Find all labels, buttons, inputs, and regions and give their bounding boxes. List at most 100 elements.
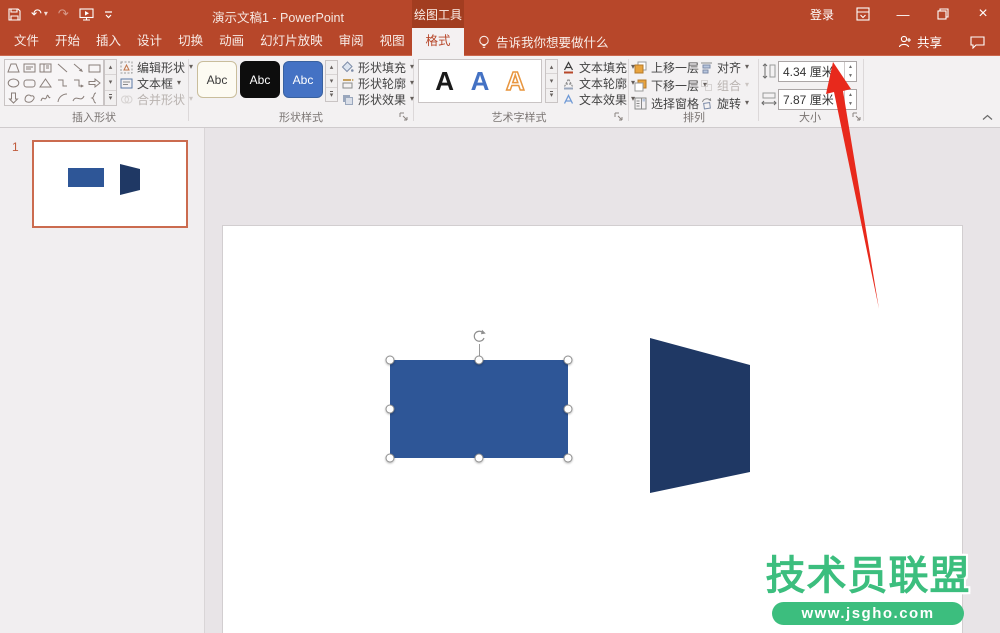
shape-oval-icon[interactable]: [7, 77, 20, 89]
shape-fill-button[interactable]: 形状填充 ▾: [341, 59, 414, 75]
resize-handle-bottomleft[interactable]: [386, 454, 395, 463]
shape-rectangle-icon[interactable]: [88, 62, 101, 74]
shape-effects-button[interactable]: 形状效果 ▾: [341, 91, 414, 107]
spin-up-icon[interactable]: ▲: [845, 90, 856, 100]
shape-height-value[interactable]: 4.34 厘米: [779, 63, 844, 80]
tab-view[interactable]: 视图: [372, 28, 413, 55]
gallery-up-icon[interactable]: ▴: [546, 60, 557, 74]
tab-transitions[interactable]: 切换: [170, 28, 211, 55]
shape-triangle-icon[interactable]: [39, 77, 52, 89]
tab-design[interactable]: 设计: [129, 28, 170, 55]
size-dialog-launcher-icon[interactable]: [852, 112, 863, 123]
shape-freeform-icon[interactable]: [23, 92, 36, 104]
trapezoid-shape[interactable]: [646, 334, 756, 498]
shape-curve-icon[interactable]: [72, 92, 85, 104]
shape-style-swatch-2[interactable]: Abc: [240, 61, 280, 98]
group-label-arrange: 排列: [630, 109, 758, 125]
close-button[interactable]: ×: [972, 3, 994, 25]
shape-brace-icon[interactable]: [88, 92, 101, 104]
text-outline-button[interactable]: 文本轮廓 ▾: [562, 75, 635, 91]
shape-elbow-arrow-icon[interactable]: [72, 77, 85, 89]
gallery-up-icon[interactable]: ▴: [326, 61, 337, 75]
spin-down-icon[interactable]: ▼: [845, 100, 856, 110]
tab-slideshow[interactable]: 幻灯片放映: [252, 28, 331, 55]
shape-style-swatch-3[interactable]: Abc: [283, 61, 323, 98]
sign-in-button[interactable]: 登录: [810, 6, 834, 23]
bring-forward-label: 上移一层: [651, 59, 699, 76]
rotation-handle-icon[interactable]: [472, 329, 487, 344]
resize-handle-right[interactable]: [564, 405, 573, 414]
customize-qat-icon[interactable]: [104, 10, 113, 19]
spin-down-icon[interactable]: ▼: [845, 72, 856, 82]
resize-handle-topleft[interactable]: [386, 356, 395, 365]
resize-handle-left[interactable]: [386, 405, 395, 414]
shape-right-arrow-icon[interactable]: [88, 77, 101, 89]
shape-styles-dialog-launcher-icon[interactable]: [399, 112, 410, 123]
align-button[interactable]: 对齐 ▾: [700, 59, 749, 75]
shape-width-field[interactable]: 7.87 厘米 ▲▼: [778, 89, 857, 110]
resize-handle-bottom[interactable]: [475, 454, 484, 463]
gallery-more-icon[interactable]: ▾: [326, 88, 337, 101]
send-backward-button[interactable]: 下移一层 ▾: [634, 77, 707, 93]
tab-insert[interactable]: 插入: [88, 28, 129, 55]
text-effects-button[interactable]: 文本效果 ▾: [562, 91, 635, 107]
save-icon[interactable]: [8, 8, 21, 21]
shape-arc-icon[interactable]: [56, 92, 69, 104]
tell-me-box[interactable]: 告诉我你想要做什么: [478, 28, 609, 55]
minimize-button[interactable]: —: [892, 3, 914, 25]
wordart-style-black[interactable]: A: [435, 68, 454, 94]
shape-rounded-rect-icon[interactable]: [23, 77, 36, 89]
tab-format-active[interactable]: 格式: [412, 28, 464, 56]
watermark-title: 技术员联盟: [748, 554, 988, 598]
selected-rectangle-shape[interactable]: [390, 360, 568, 458]
spin-up-icon[interactable]: ▲: [845, 62, 856, 72]
comments-icon[interactable]: [966, 31, 988, 53]
shape-styles-scrollbar: ▴ ▾ ▾: [325, 60, 338, 102]
collapse-ribbon-icon[interactable]: [982, 114, 993, 121]
gallery-more-icon[interactable]: ▾: [546, 89, 557, 102]
resize-handle-topright[interactable]: [564, 356, 573, 365]
shape-down-arrow-icon[interactable]: [7, 92, 20, 104]
slide-thumbnail-1[interactable]: [32, 140, 188, 228]
resize-handle-top[interactable]: [475, 356, 484, 365]
gallery-more-icon[interactable]: ▾: [105, 91, 116, 105]
wordart-dialog-launcher-icon[interactable]: [614, 112, 625, 123]
wordart-style-blue[interactable]: A: [471, 68, 490, 94]
chevron-down-icon: ▾: [410, 95, 414, 103]
ribbon-display-options-icon[interactable]: [852, 3, 874, 25]
group-label-size: 大小: [760, 109, 860, 125]
shape-height-field[interactable]: 4.34 厘米 ▲▼: [778, 61, 857, 82]
share-button[interactable]: 共享: [898, 28, 942, 55]
edit-shape-button[interactable]: 编辑形状 ▾: [120, 59, 193, 75]
watermark-url: www.jsgho.com: [772, 602, 964, 625]
panel-divider[interactable]: [204, 128, 205, 633]
bring-forward-button[interactable]: 上移一层 ▾: [634, 59, 707, 75]
gallery-down-icon[interactable]: ▾: [546, 74, 557, 88]
restore-button[interactable]: [932, 3, 954, 25]
text-fill-button[interactable]: 文本填充 ▾: [562, 59, 635, 75]
gallery-down-icon[interactable]: ▾: [326, 75, 337, 89]
resize-handle-bottomright[interactable]: [564, 454, 573, 463]
wordart-style-orange-outline[interactable]: A: [506, 68, 525, 94]
text-box-button[interactable]: 文本框 ▾: [120, 75, 181, 91]
tab-home[interactable]: 开始: [47, 28, 88, 55]
selection-pane-icon: [634, 97, 647, 110]
shape-width-value[interactable]: 7.87 厘米: [779, 91, 844, 108]
shape-trapezoid-icon[interactable]: [7, 62, 20, 74]
start-slideshow-icon[interactable]: [79, 8, 94, 21]
shape-outline-button[interactable]: 形状轮廓 ▾: [341, 75, 414, 91]
tab-file[interactable]: 文件: [6, 28, 47, 55]
shape-placeholder-icon[interactable]: [23, 62, 36, 74]
gallery-down-icon[interactable]: ▾: [105, 75, 116, 90]
shape-scribble-icon[interactable]: [39, 92, 52, 104]
chevron-down-icon[interactable]: ▾: [44, 10, 48, 18]
gallery-up-icon[interactable]: ▴: [105, 60, 116, 75]
shape-placeholder2-icon[interactable]: [39, 62, 52, 74]
shape-elbow-connector-icon[interactable]: [56, 77, 69, 89]
tab-animations[interactable]: 动画: [211, 28, 252, 55]
shape-arrow-line-icon[interactable]: [72, 62, 85, 74]
shape-line-icon[interactable]: [56, 62, 69, 74]
shape-style-swatch-1[interactable]: Abc: [197, 61, 237, 98]
tab-review[interactable]: 审阅: [331, 28, 372, 55]
undo-button[interactable]: ↶▾: [31, 6, 48, 22]
